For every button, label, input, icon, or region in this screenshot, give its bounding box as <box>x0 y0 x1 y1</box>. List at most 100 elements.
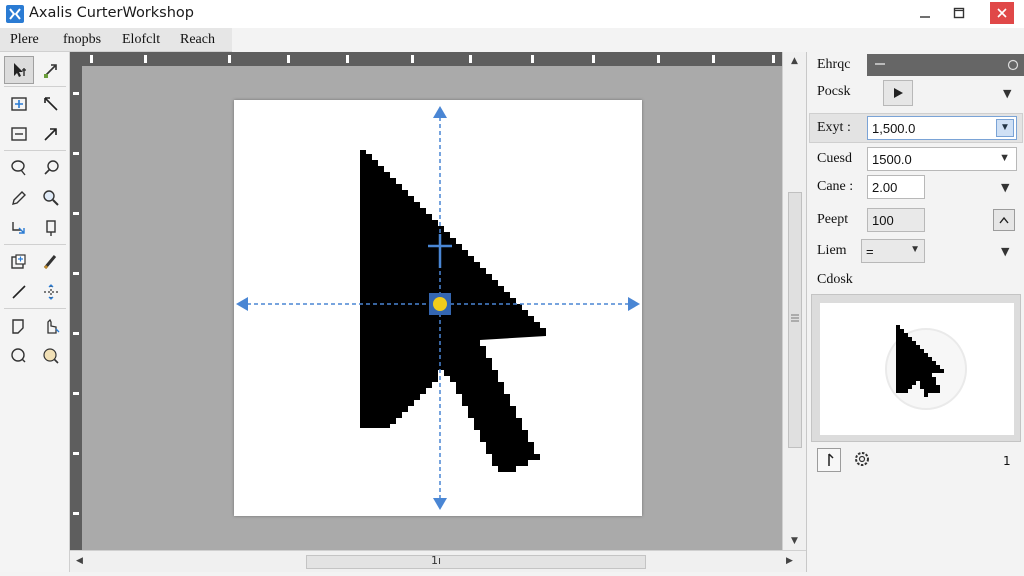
hotspot-toggle-button[interactable] <box>817 448 841 472</box>
eraser-tool[interactable] <box>36 214 66 242</box>
hand-pointer-icon <box>47 318 60 334</box>
pencil-tool[interactable] <box>4 184 34 212</box>
play-button[interactable] <box>883 80 913 106</box>
layer-add-tool[interactable] <box>4 248 34 276</box>
preview-label: Cdosk <box>817 272 853 287</box>
arrow-pen-tool[interactable] <box>36 56 66 84</box>
ellipse-tool[interactable] <box>4 342 34 370</box>
window-title: Axalis CurterWorkshop <box>29 5 194 21</box>
play-icon <box>894 88 903 98</box>
cursor-preview <box>820 303 1014 435</box>
liem-dropdown-icon[interactable]: ▼ <box>910 244 920 255</box>
preview-box <box>811 294 1021 442</box>
cursor-select-tool[interactable] <box>4 56 34 84</box>
rotate-icon <box>12 222 25 234</box>
prop-label-liem: Liem <box>817 243 847 258</box>
chevron-up-icon <box>999 216 1009 224</box>
brush-tool[interactable] <box>36 248 66 276</box>
menu-item-2[interactable]: fnopbs <box>63 32 101 48</box>
cursor-canvas[interactable] <box>234 100 642 516</box>
line-tool[interactable] <box>4 278 34 306</box>
menu-item-1[interactable]: Plere <box>10 32 39 48</box>
menu-item-3[interactable]: Elofclt <box>122 32 160 48</box>
exyt-value: 1,500.0 <box>872 121 916 136</box>
scroll-up-icon[interactable]: ▲ <box>791 56 798 66</box>
pin-icon <box>828 453 834 466</box>
brush-icon <box>43 255 57 270</box>
layer-add-icon <box>11 254 26 269</box>
liem-row-dropdown-icon[interactable]: ▼ <box>1001 245 1009 258</box>
pencil-icon <box>12 191 26 205</box>
vertical-scroll-thumb[interactable] <box>788 192 802 448</box>
guide-arrow-left-icon <box>236 297 248 311</box>
line-arrow-icon <box>44 97 58 111</box>
panel-options-icon[interactable] <box>1007 59 1019 71</box>
minimize-button[interactable] <box>910 0 940 26</box>
horizontal-scrollbar[interactable]: ◀ 1ı ▶ <box>70 550 806 572</box>
lasso-tool[interactable] <box>4 154 34 182</box>
panel-title: Ehrqc <box>817 57 851 72</box>
cuesd-value: 1500.0 <box>872 152 912 167</box>
magic-wand-tool[interactable] <box>36 154 66 182</box>
menu-bar: Plere fnopbs Elofclt Reach <box>0 28 232 52</box>
title-bar: Axalis CurterWorkshop <box>0 0 1024 28</box>
cursor-artwork[interactable] <box>234 100 642 516</box>
panel-count: 1 <box>1003 454 1011 468</box>
scroll-left-icon[interactable]: ◀ <box>76 556 83 566</box>
frame-edit-icon <box>11 127 27 141</box>
hotspot-dot-icon <box>433 297 447 311</box>
zoom-tool[interactable] <box>36 184 66 212</box>
zoom-icon <box>43 190 59 206</box>
menu-item-4[interactable]: Reach <box>180 32 215 48</box>
vertical-ruler <box>70 52 82 552</box>
frame-edit-tool[interactable] <box>4 120 34 148</box>
hotspot-tool[interactable] <box>4 312 34 340</box>
scroll-down-icon[interactable]: ▼ <box>791 536 798 546</box>
rotate-tool[interactable] <box>4 214 34 242</box>
gear-icon <box>855 452 869 466</box>
eraser-icon <box>46 220 56 236</box>
line-arrow-tool[interactable] <box>36 90 66 118</box>
panel-header: Ehrqc <box>807 52 1024 78</box>
prop-label-peept: Peept <box>817 212 849 227</box>
ellipse-icon <box>11 348 26 363</box>
color-picker-tool[interactable] <box>36 342 66 370</box>
scroll-right-icon[interactable]: ▶ <box>786 556 793 566</box>
scroll-position-marker: 1ı <box>431 554 442 567</box>
hotspot-icon <box>12 319 24 334</box>
arrow-diagonal-tool[interactable] <box>36 120 66 148</box>
cane-dropdown-icon[interactable]: ▼ <box>1001 181 1009 194</box>
cuesd-dropdown-icon[interactable]: ▼ <box>999 152 1010 164</box>
color-picker-icon <box>43 348 59 364</box>
horizontal-scroll-thumb[interactable]: 1ı <box>306 554 646 569</box>
peept-input[interactable]: 100 <box>867 208 925 232</box>
canvas-area[interactable] <box>82 66 782 550</box>
guide-arrow-up-icon <box>433 106 447 118</box>
cuesd-input[interactable]: 1500.0 ▼ <box>867 147 1017 171</box>
panel-header-bar <box>867 54 1024 76</box>
app-logo-icon <box>6 5 24 23</box>
horizontal-ruler <box>82 52 782 66</box>
spin-up-button[interactable] <box>993 209 1015 231</box>
arrow-cursor-shape <box>360 150 546 472</box>
maximize-button[interactable] <box>944 0 974 26</box>
add-frame-tool[interactable] <box>4 90 34 118</box>
dropdown-arrow-icon[interactable]: ▼ <box>1003 87 1011 100</box>
properties-panel: Ehrqc Pocsk ▼ Exyt : 1,500.0 ▼ Cuesd 150… <box>806 52 1024 572</box>
vertical-scrollbar[interactable]: ▲ ▼ <box>782 52 806 550</box>
magic-wand-icon <box>44 160 59 175</box>
move-arrows-tool[interactable] <box>36 278 66 306</box>
exyt-dropdown-icon[interactable]: ▼ <box>996 119 1014 137</box>
cane-value: 2.00 <box>872 180 898 195</box>
peept-value: 100 <box>872 213 894 228</box>
exyt-input[interactable]: 1,500.0 ▼ <box>867 116 1017 140</box>
liem-select[interactable]: = ▼ <box>861 239 925 263</box>
guide-arrow-right-icon <box>628 297 640 311</box>
guide-arrow-down-icon <box>433 498 447 510</box>
settings-button[interactable] <box>851 448 875 472</box>
cane-input[interactable]: 2.00 <box>867 175 925 199</box>
line-icon <box>12 285 26 299</box>
hand-pointer-tool[interactable] <box>36 312 66 340</box>
close-button[interactable] <box>990 2 1014 24</box>
prop-label-cuesd: Cuesd <box>817 151 852 166</box>
